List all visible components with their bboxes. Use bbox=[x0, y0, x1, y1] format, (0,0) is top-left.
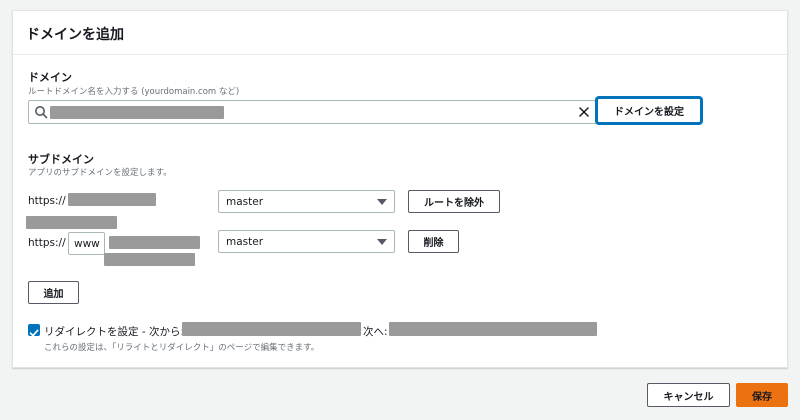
subdomain-prefix-input[interactable]: www bbox=[68, 232, 105, 255]
redacted-redirect-from bbox=[182, 322, 361, 336]
redacted-subdomain-2 bbox=[109, 236, 200, 249]
set-domain-button[interactable]: ドメインを設定 bbox=[597, 98, 701, 123]
close-icon[interactable] bbox=[578, 106, 590, 118]
domain-description: ルートドメイン名を入力する (yourdomain.com など) bbox=[28, 87, 240, 97]
subdomain-row-1-prefix: https:// bbox=[28, 195, 66, 207]
redirect-checkbox[interactable] bbox=[28, 324, 40, 337]
branch-select-1-value: master bbox=[226, 196, 264, 208]
redacted-domain-value bbox=[50, 106, 224, 119]
cancel-button[interactable]: キャンセル bbox=[647, 383, 730, 407]
page-title: ドメインを追加 bbox=[13, 11, 787, 55]
redacted-redirect-to bbox=[389, 322, 597, 336]
redirect-label: リダイレクトを設定 - 次から: bbox=[44, 326, 185, 338]
domain-label: ドメイン bbox=[28, 71, 72, 84]
branch-select-1[interactable]: master bbox=[218, 190, 395, 213]
add-subdomain-button[interactable]: 追加 bbox=[28, 281, 79, 304]
delete-subdomain-button[interactable]: 削除 bbox=[408, 230, 459, 253]
redirect-note: これらの設定は、「リライトとリダイレクト」のページで編集できます。 bbox=[44, 343, 320, 353]
subdomain-label: サブドメイン bbox=[28, 153, 94, 166]
save-button[interactable]: 保存 bbox=[736, 383, 788, 407]
redacted-subdomain-1 bbox=[68, 193, 156, 206]
subdomain-prefix-value: www bbox=[74, 238, 100, 250]
redacted-subdomain-1-line2 bbox=[26, 216, 117, 229]
caret-down-icon bbox=[377, 239, 387, 245]
caret-down-icon bbox=[377, 199, 387, 205]
redacted-subdomain-2-line2 bbox=[104, 253, 195, 266]
branch-select-2-value: master bbox=[226, 236, 264, 248]
branch-select-2[interactable]: master bbox=[218, 230, 395, 253]
search-icon bbox=[35, 106, 48, 119]
redirect-to-label: 次へ: bbox=[363, 326, 388, 338]
check-icon bbox=[29, 329, 39, 337]
subdomain-description: アプリのサブドメインを設定します。 bbox=[28, 168, 172, 178]
domain-search-input[interactable] bbox=[28, 100, 597, 124]
exclude-root-button[interactable]: ルートを除外 bbox=[408, 190, 500, 213]
add-domain-panel: ドメインを追加 ドメイン ルートドメイン名を入力する (yourdomain.c… bbox=[12, 10, 788, 368]
subdomain-row-2-prefix: https:// bbox=[28, 237, 66, 249]
